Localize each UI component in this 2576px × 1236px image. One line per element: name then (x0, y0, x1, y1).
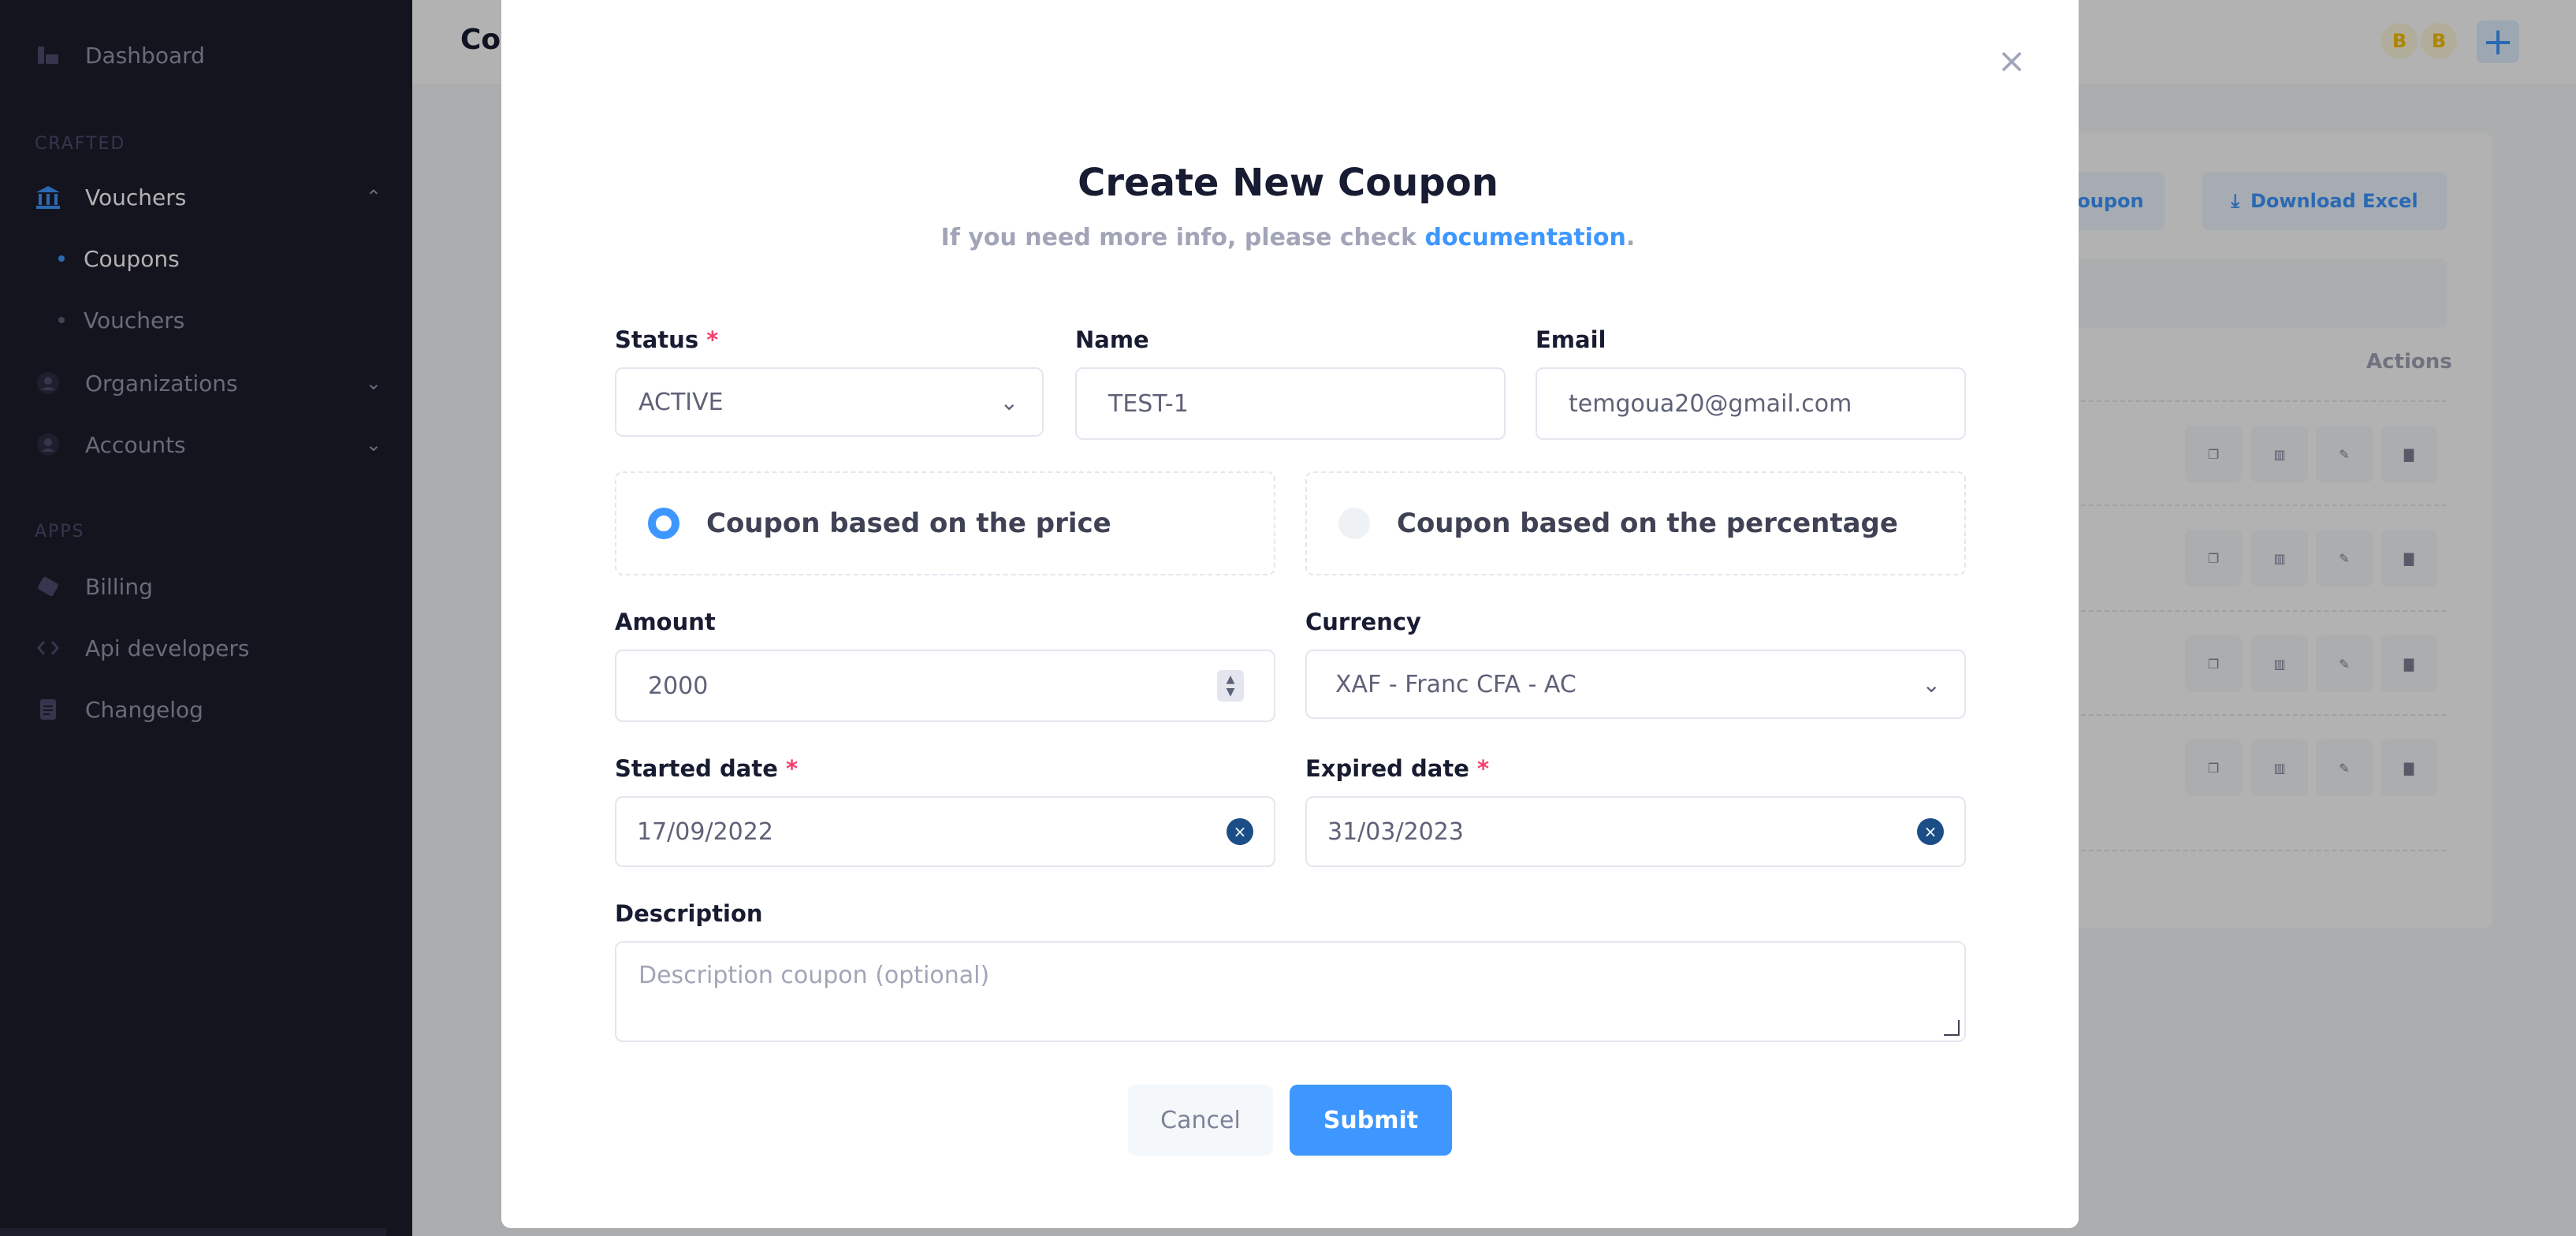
modal-subtitle: If you need more info, please check docu… (0, 224, 2576, 251)
required-mark: * (785, 755, 798, 782)
description-label: Description (615, 900, 763, 927)
documentation-link[interactable]: documentation (1425, 224, 1626, 251)
number-stepper[interactable]: ▲ ▼ (1217, 670, 1244, 702)
stepper-down-icon[interactable]: ▼ (1227, 686, 1235, 698)
radio-checked-icon[interactable] (648, 508, 679, 539)
name-value: TEST-1 (1108, 389, 1189, 418)
coupon-type-price-option[interactable]: Coupon based on the price (615, 471, 1275, 575)
currency-label: Currency (1305, 609, 1421, 635)
description-placeholder: Description coupon (optional) (638, 962, 990, 989)
stepper-up-icon[interactable]: ▲ (1227, 673, 1235, 686)
coupon-type-percentage-option[interactable]: Coupon based on the percentage (1305, 471, 1966, 575)
started-date-label: Started date * (615, 755, 798, 782)
email-value: temgoua20@gmail.com (1569, 389, 1852, 418)
chevron-down-icon: ⌄ (1000, 389, 1018, 415)
email-field[interactable]: temgoua20@gmail.com (1536, 367, 1966, 440)
modal-title: Create New Coupon (1078, 161, 1498, 205)
cancel-button[interactable]: Cancel (1128, 1085, 1273, 1156)
amount-label: Amount (615, 609, 716, 635)
subtitle-period: . (1625, 224, 1636, 251)
status-label: Status * (615, 326, 718, 353)
clear-icon[interactable]: × (1917, 818, 1944, 845)
started-date-value: 17/09/2022 (637, 817, 773, 846)
amount-field[interactable]: 2000 ▲ ▼ (615, 650, 1275, 722)
radio-price-label: Coupon based on the price (706, 508, 1111, 539)
description-textarea[interactable]: Description coupon (optional) (615, 941, 1966, 1042)
chevron-down-icon: ⌄ (1922, 671, 1941, 698)
submit-button[interactable]: Submit (1290, 1085, 1452, 1156)
required-mark: * (1477, 755, 1490, 782)
close-icon[interactable]: × (1994, 44, 2029, 79)
amount-value: 2000 (648, 672, 709, 700)
started-date-label-text: Started date (615, 755, 778, 782)
clear-icon[interactable]: × (1227, 818, 1253, 845)
required-mark: * (706, 326, 719, 353)
expired-date-label: Expired date * (1305, 755, 1489, 782)
resize-handle-icon[interactable] (1944, 1020, 1960, 1036)
started-date-field[interactable]: 17/09/2022 × (615, 796, 1275, 867)
name-label: Name (1075, 326, 1149, 353)
expired-date-label-text: Expired date (1305, 755, 1469, 782)
status-value: ACTIVE (638, 388, 724, 416)
expired-date-value: 31/03/2023 (1327, 817, 1464, 846)
currency-select[interactable]: XAF - Franc CFA - AC ⌄ (1305, 650, 1966, 719)
status-label-text: Status (615, 326, 699, 353)
name-field[interactable]: TEST-1 (1075, 367, 1506, 440)
radio-percentage-label: Coupon based on the percentage (1397, 508, 1898, 539)
radio-unchecked-icon[interactable] (1338, 508, 1370, 539)
expired-date-field[interactable]: 31/03/2023 × (1305, 796, 1966, 867)
currency-value: XAF - Franc CFA - AC (1335, 670, 1576, 698)
subtitle-text: If you need more info, please check (940, 224, 1425, 251)
status-select[interactable]: ACTIVE ⌄ (615, 367, 1044, 437)
email-label: Email (1536, 326, 1606, 353)
